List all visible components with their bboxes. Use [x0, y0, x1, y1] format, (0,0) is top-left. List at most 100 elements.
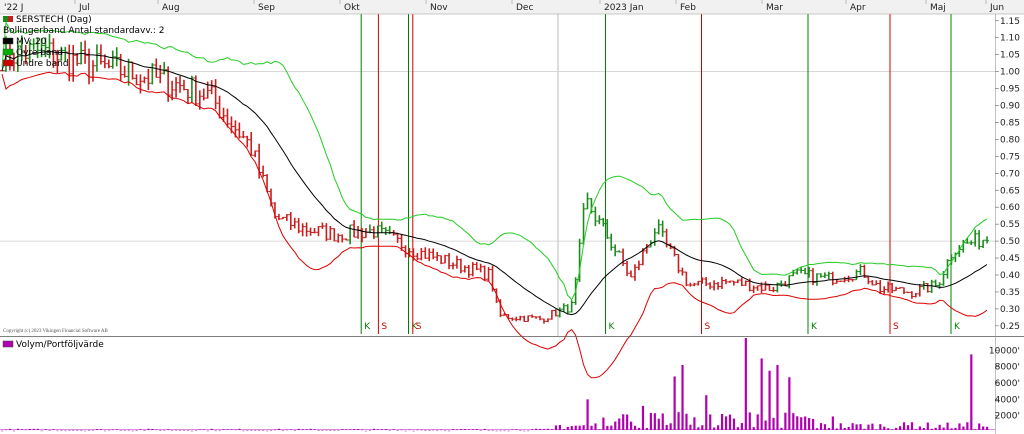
volume-bar	[392, 429, 395, 430]
month-label: Mar	[766, 3, 783, 13]
volume-bar	[776, 364, 779, 430]
volume-bar	[103, 430, 107, 432]
volume-bar	[91, 429, 95, 431]
volume-bar	[867, 424, 870, 430]
volume-bar	[491, 430, 494, 431]
legend-label: SERSTECH (Dag)	[16, 15, 92, 25]
month-label: Dec	[516, 3, 533, 13]
volume-bar	[72, 430, 75, 431]
month-label: Feb	[680, 3, 696, 13]
y-tick-label: 1.05	[1000, 51, 1020, 61]
volume-bar	[99, 429, 103, 430]
legend-label: MV: 20	[16, 37, 47, 47]
volume-bar	[60, 429, 63, 431]
month-label: Aug	[162, 3, 180, 13]
volume-bar	[871, 423, 874, 430]
volume-bar	[637, 427, 641, 430]
volume-bar	[36, 428, 39, 430]
volume-bar	[535, 428, 538, 430]
volume-bar	[44, 429, 47, 430]
volume-bar	[313, 429, 316, 430]
volume-bar	[562, 429, 565, 430]
volume-bar	[76, 430, 79, 431]
volume-bar	[578, 425, 581, 430]
volume-bar	[586, 399, 589, 430]
volume-bar	[511, 429, 514, 431]
volume-bar	[649, 412, 652, 430]
volume-bar	[523, 430, 526, 432]
volume-bar	[732, 418, 736, 430]
volume-bar	[713, 427, 716, 430]
volume-bar	[895, 427, 898, 430]
volume-bar	[250, 430, 253, 431]
volume-bar	[574, 425, 577, 430]
volume-bar	[56, 430, 59, 432]
volume-bar	[677, 412, 680, 430]
volume-bar	[724, 416, 728, 430]
volume-bar	[728, 414, 732, 430]
y-tick-label: 0.90	[1000, 102, 1020, 112]
volume-bar	[804, 416, 807, 430]
volume-bar	[273, 429, 277, 431]
volume-bar	[883, 426, 886, 430]
volume-bar	[12, 430, 16, 432]
volume-bar	[800, 417, 803, 430]
y-tick-label: 1.15	[1000, 17, 1020, 27]
y-tick-label: 0.50	[1000, 237, 1020, 247]
volume-bar	[598, 429, 601, 430]
volume-bar	[337, 429, 340, 431]
volume-bar	[633, 425, 637, 430]
volume-bar	[360, 429, 364, 431]
volume-bar	[24, 429, 27, 431]
volume-bar	[760, 358, 763, 430]
volume-bar	[194, 430, 198, 431]
volume-bar	[966, 422, 969, 430]
volume-bar	[558, 424, 561, 430]
volume-bar	[266, 430, 269, 432]
volume-bar	[258, 430, 261, 431]
volume-bar	[388, 429, 391, 431]
y-tick-label: 0.30	[1000, 305, 1020, 315]
volume-bar	[455, 429, 459, 431]
y-tick-label: 0.85	[1000, 118, 1020, 128]
volume-bar	[483, 428, 486, 430]
volume-bar	[815, 428, 819, 430]
volume-bar	[717, 425, 720, 430]
volume-bar	[281, 430, 285, 431]
volume-bar	[899, 426, 902, 430]
volume-bar	[357, 429, 360, 430]
volume-bar	[202, 429, 205, 430]
volume-bar	[974, 429, 977, 430]
volume-bar	[448, 430, 451, 432]
volume-bar	[681, 364, 684, 430]
volume-bar	[131, 430, 134, 432]
legend-label: Bollingerband Antal standardavv.: 2	[3, 26, 164, 36]
volume-bar	[317, 430, 320, 431]
volume-bar	[487, 430, 490, 431]
month-label: Nov	[430, 3, 448, 13]
volume-bar	[756, 414, 759, 430]
volume-bar	[887, 428, 890, 430]
volume-bar	[333, 430, 336, 431]
volume-bar	[190, 430, 194, 432]
volume-bar	[507, 430, 510, 432]
y-tick-label: 0.95	[1000, 85, 1020, 95]
volume-bar	[539, 428, 542, 430]
y-tick-label: 0.45	[1000, 254, 1020, 264]
volume-bar	[843, 427, 846, 430]
volume-bar	[277, 428, 281, 430]
volume-bar	[376, 429, 380, 430]
volume-bar	[831, 416, 834, 430]
volume-bar	[459, 429, 463, 430]
volume-bar	[424, 429, 427, 431]
month-label: Jun	[989, 3, 1004, 13]
volume-bar	[127, 429, 130, 431]
volume-bar	[412, 430, 415, 432]
volume-bar	[432, 429, 435, 431]
month-label: 2023 Jan	[604, 3, 644, 13]
volume-bar	[950, 428, 953, 430]
volume-bar	[930, 428, 933, 430]
volume-bar	[859, 424, 862, 430]
volume-bar	[479, 429, 482, 431]
volume-bar	[736, 427, 740, 430]
